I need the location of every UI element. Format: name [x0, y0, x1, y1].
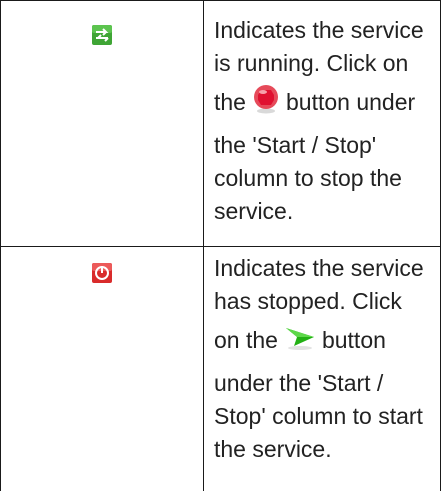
status-icon-cell — [0, 263, 203, 283]
description-line: the service. — [214, 436, 332, 462]
description-text: button — [321, 327, 386, 353]
start-button-icon — [284, 322, 316, 367]
description-text: button under — [285, 89, 416, 115]
description-text: on the — [214, 327, 278, 353]
description-line: Indicates the service — [214, 255, 424, 281]
description-line: the 'Start / Stop' — [214, 132, 377, 158]
description-line: under the 'Start / — [214, 370, 384, 396]
status-table: Indicates the service is running. Click … — [0, 0, 441, 491]
description-line: is running. Click on — [214, 50, 409, 76]
description-line: service. — [214, 198, 294, 224]
description-line: column to stop the — [214, 165, 402, 191]
status-description: Indicates the service has stopped. Click… — [214, 252, 439, 466]
table-row: Indicates the service has stopped. Click… — [0, 247, 441, 491]
description-line: has stopped. Click — [214, 288, 402, 314]
service-stopped-icon — [91, 263, 112, 283]
status-description: Indicates the service is running. Click … — [214, 14, 439, 228]
description-line: Stop' column to start — [214, 403, 423, 429]
table-row: Indicates the service is running. Click … — [0, 0, 441, 246]
description-line-with-icon: on the button — [214, 318, 439, 367]
description-line: Indicates the service — [214, 17, 424, 43]
description-text: the — [214, 89, 246, 115]
service-running-icon — [91, 25, 112, 45]
status-icon-cell — [0, 25, 203, 45]
description-line-with-icon: the button under — [214, 80, 439, 129]
stop-button-icon — [252, 84, 280, 129]
